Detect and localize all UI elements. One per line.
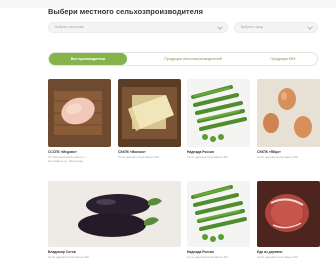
- product-card[interactable]: СССПК «Медово» РТ, Балтасинский район, с…: [48, 79, 111, 171]
- product-image-cheese: [118, 79, 181, 147]
- chevron-down-icon: [307, 24, 313, 31]
- product-subtitle: Село деревня Кушлавыш 3М: [48, 255, 89, 259]
- product-subtitle: Село деревня Кушлавыш 3М: [187, 255, 228, 259]
- product-image-chicken-fillet: [48, 79, 111, 147]
- chevron-down-icon: [217, 24, 223, 31]
- product-subtitle: Село деревня Кушлавыш 3М: [257, 255, 298, 259]
- product-name: Надежда Россия: [187, 250, 214, 254]
- product-subtitle: Село деревня Кушлавыш 3М: [257, 155, 298, 159]
- product-name: СХКПК «Молоко»: [118, 150, 146, 154]
- product-card[interactable]: СХКПК «Яйцо» Село деревня Кушлавыш 3М: [257, 79, 320, 171]
- city-select[interactable]: Выбрать город: [234, 22, 318, 33]
- product-subtitle: Кушлавыш ул. Школьная: [48, 159, 83, 163]
- product-name: СССПК «Медово»: [48, 150, 77, 154]
- product-name: СХКПК «Яйцо»: [257, 150, 281, 154]
- product-name: Надежда Россия: [187, 150, 214, 154]
- product-image-eggplant: [48, 181, 181, 247]
- product-image-eggs: [257, 79, 320, 147]
- tab-kfh-products[interactable]: Продукция КФХ: [249, 53, 317, 65]
- page-title: Выбери местного сельхозпроизводителя: [48, 7, 203, 16]
- product-card[interactable]: Еда из деревни Село деревня Кушлавыш 3М: [257, 181, 320, 265]
- producer-tabs: Все производители Продукция сельхозпроиз…: [48, 52, 318, 66]
- city-select-placeholder: Выбрать город: [241, 25, 263, 29]
- product-subtitle: Село деревня Кушлавыш 3М: [187, 155, 228, 159]
- product-image-green-beans: [187, 181, 250, 247]
- product-card[interactable]: СХКПК «Молоко» Село деревня Кушлавыш 3М: [118, 79, 181, 171]
- product-image-raw-meat: [257, 181, 320, 247]
- product-card[interactable]: Надежда Россия Село деревня Кушлавыш 3М: [187, 79, 250, 171]
- tab-farm-products[interactable]: Продукция сельхозпроизводителей: [141, 53, 245, 65]
- category-select-placeholder: Выбрать категорию: [55, 25, 84, 29]
- product-image-green-beans: [187, 79, 250, 147]
- product-card[interactable]: Владимир Сотов Село деревня Кушлавыш 3М: [48, 181, 181, 265]
- product-name: Еда из деревни: [257, 250, 283, 254]
- tab-all-producers[interactable]: Все производители: [49, 53, 127, 65]
- product-name: Владимир Сотов: [48, 250, 76, 254]
- product-subtitle: Село деревня Кушлавыш 3М: [118, 155, 159, 159]
- category-select[interactable]: Выбрать категорию: [48, 22, 228, 33]
- page: Выбери местного сельхозпроизводителя Выб…: [0, 0, 336, 268]
- product-card[interactable]: Надежда Россия Село деревня Кушлавыш 3М: [187, 181, 250, 265]
